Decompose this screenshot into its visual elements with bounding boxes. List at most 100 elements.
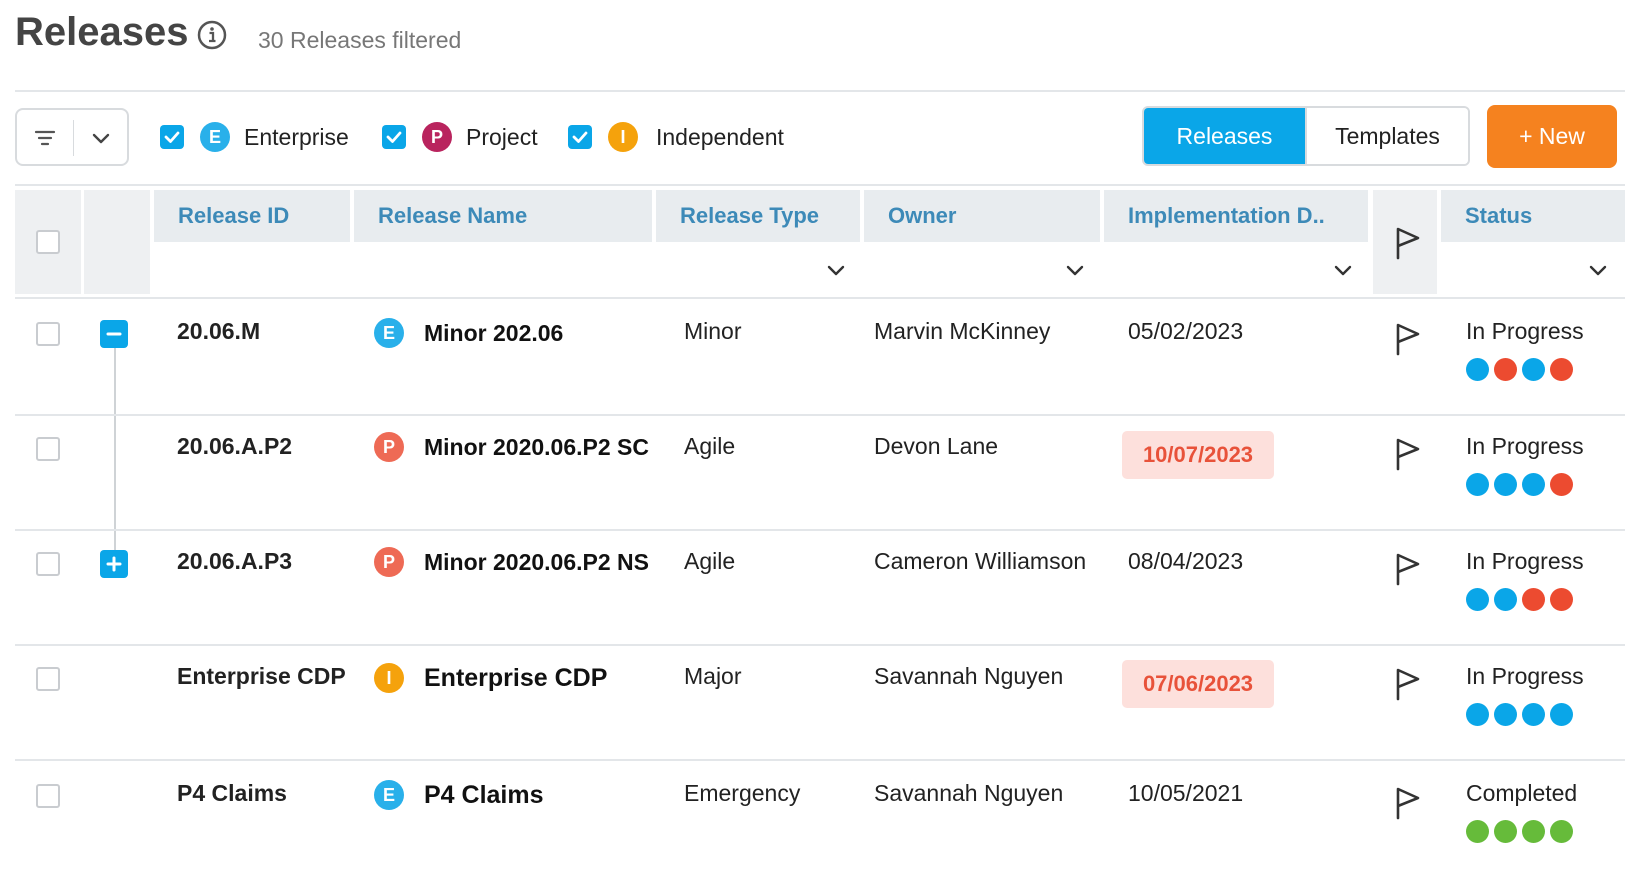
independent-badge: I <box>608 122 638 152</box>
status-dot <box>1550 358 1573 381</box>
flag-icon[interactable] <box>1393 322 1423 356</box>
column-header-release-type[interactable]: Release Type <box>656 190 860 242</box>
independent-label: Independent <box>656 123 784 150</box>
owner: Cameron Williamson <box>874 548 1087 574</box>
filter-button[interactable] <box>15 108 129 166</box>
status-text: Completed <box>1466 780 1578 806</box>
release-type: Agile <box>684 433 736 459</box>
release-id[interactable]: 20.06.A.P2 <box>177 433 292 460</box>
release-name-cell[interactable]: I Enterprise CDP <box>374 663 607 693</box>
column-header-status[interactable]: Status <box>1441 190 1625 242</box>
status-dot <box>1466 588 1489 611</box>
owner: Savannah Nguyen <box>874 780 1064 806</box>
status-dot <box>1522 358 1545 381</box>
divider <box>15 644 1625 646</box>
release-name: Minor 2020.06.P2 NS <box>424 548 649 575</box>
column-header-release-id[interactable]: Release ID <box>154 190 350 242</box>
release-id[interactable]: Enterprise CDP <box>177 663 346 690</box>
view-toggle: Releases Templates <box>1142 106 1470 166</box>
release-id[interactable]: P4 Claims <box>177 780 287 807</box>
enterprise-badge: E <box>200 122 230 152</box>
expand-icon[interactable] <box>100 550 128 578</box>
release-name: Enterprise CDP <box>424 663 608 692</box>
release-name-cell[interactable]: P Minor 2020.06.P2 NS <box>374 547 649 577</box>
release-type: Emergency <box>684 780 801 806</box>
type-badge: I <box>374 663 404 693</box>
release-type: Minor <box>684 318 742 344</box>
filter-enterprise[interactable]: E Enterprise <box>160 120 349 154</box>
divider <box>15 529 1625 531</box>
divider <box>15 414 1625 416</box>
chevron-down-icon[interactable] <box>1063 258 1087 282</box>
release-name-cell[interactable]: E Minor 202.06 <box>374 318 563 348</box>
release-name: Minor 2020.06.P2 SC <box>424 433 649 460</box>
status-dot <box>1550 820 1573 843</box>
column-header-release-name[interactable]: Release Name <box>354 190 652 242</box>
status-dot <box>1550 473 1573 496</box>
info-circle-icon[interactable] <box>197 20 227 50</box>
status-dot <box>1550 703 1573 726</box>
status-dots <box>1466 588 1573 611</box>
implementation-date-overdue: 10/07/2023 <box>1122 431 1274 479</box>
column-header-owner[interactable]: Owner <box>864 190 1100 242</box>
owner: Marvin McKinney <box>874 318 1051 344</box>
filter-independent[interactable]: I Independent <box>568 120 784 154</box>
project-checkbox[interactable] <box>382 125 406 149</box>
flag-icon[interactable] <box>1393 786 1423 820</box>
status-dot <box>1494 588 1517 611</box>
tree-connector <box>114 345 116 555</box>
flag-icon[interactable] <box>1393 552 1423 586</box>
flag-icon[interactable] <box>1393 226 1423 260</box>
releases-tab[interactable]: Releases <box>1144 108 1305 164</box>
type-badge: E <box>374 780 404 810</box>
release-type: Major <box>684 663 742 689</box>
divider <box>15 297 1625 299</box>
independent-checkbox[interactable] <box>568 125 592 149</box>
row-checkbox[interactable] <box>36 437 60 461</box>
flag-icon[interactable] <box>1393 667 1423 701</box>
chevron-down-icon <box>92 133 110 144</box>
new-release-button[interactable]: + New <box>1487 105 1617 168</box>
implementation-date: 08/04/2023 <box>1128 548 1244 574</box>
status-dot <box>1466 703 1489 726</box>
column-header-implementation-date[interactable]: Implementation D.. <box>1104 190 1368 242</box>
collapse-icon[interactable] <box>100 320 128 348</box>
type-badge: P <box>374 432 404 462</box>
release-id[interactable]: 20.06.A.P3 <box>177 548 292 575</box>
status-dot <box>1522 588 1545 611</box>
status-dot <box>1466 358 1489 381</box>
status-dots <box>1466 473 1573 496</box>
status-dot <box>1522 820 1545 843</box>
flag-icon[interactable] <box>1393 437 1423 471</box>
enterprise-checkbox[interactable] <box>160 125 184 149</box>
divider <box>15 90 1625 92</box>
row-checkbox[interactable] <box>36 322 60 346</box>
project-badge: P <box>422 122 452 152</box>
tree-header <box>84 190 150 294</box>
status-text: In Progress <box>1466 433 1584 459</box>
chevron-down-icon[interactable] <box>1331 258 1355 282</box>
row-checkbox[interactable] <box>36 667 60 691</box>
row-checkbox[interactable] <box>36 552 60 576</box>
type-badge: P <box>374 547 404 577</box>
release-id[interactable]: 20.06.M <box>177 318 260 345</box>
status-dot <box>1466 820 1489 843</box>
type-badge: E <box>374 318 404 348</box>
status-text: In Progress <box>1466 548 1584 574</box>
select-all-checkbox[interactable] <box>36 230 60 254</box>
owner: Savannah Nguyen <box>874 663 1064 689</box>
divider <box>15 184 1625 186</box>
release-name-cell[interactable]: P Minor 2020.06.P2 SC <box>374 432 649 462</box>
implementation-date: 05/02/2023 <box>1128 318 1244 344</box>
release-name-cell[interactable]: E P4 Claims <box>374 780 544 810</box>
templates-tab[interactable]: Templates <box>1305 108 1468 164</box>
release-name: P4 Claims <box>424 780 544 809</box>
row-checkbox[interactable] <box>36 784 60 808</box>
filter-project[interactable]: P Project <box>382 120 538 154</box>
filter-lines-icon <box>34 130 56 146</box>
chevron-down-icon[interactable] <box>824 258 848 282</box>
enterprise-label: Enterprise <box>244 123 349 150</box>
divider <box>73 120 74 156</box>
chevron-down-icon[interactable] <box>1586 258 1610 282</box>
status-dot <box>1466 473 1489 496</box>
